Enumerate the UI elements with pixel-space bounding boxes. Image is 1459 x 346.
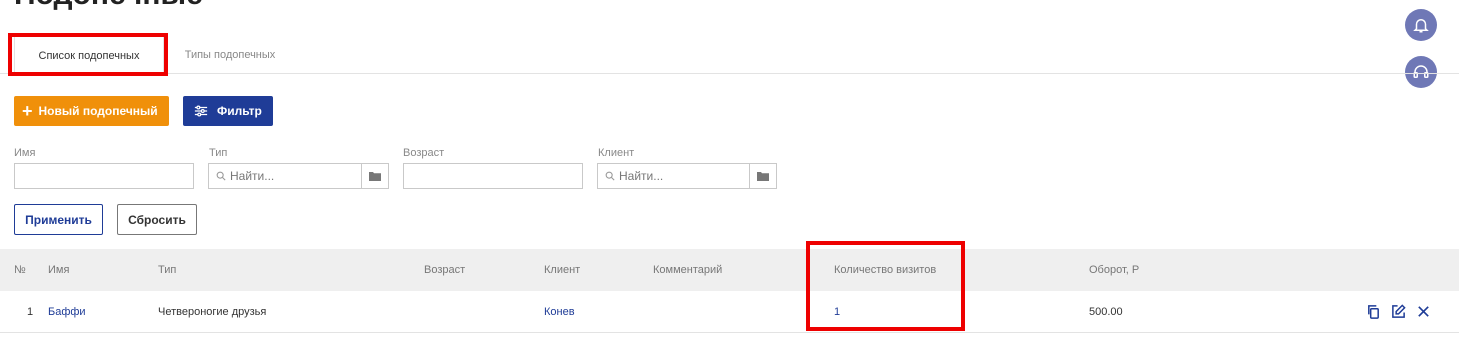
header-turnover[interactable]: Оборот, Р (1089, 249, 1139, 291)
bell-icon (1413, 19, 1429, 33)
filter-client-folder-button[interactable] (749, 164, 776, 188)
cell-num: 1 (27, 306, 34, 318)
row-actions (1366, 304, 1431, 319)
table-header: № Имя Тип Возраст Клиент Комментарий Кол… (0, 249, 1459, 291)
table-row: 1 Баффи Четвероногие друзья Конев 1 500.… (0, 291, 1459, 333)
tab-ward-types[interactable]: Типы подопечных (170, 36, 290, 74)
cell-visits-link[interactable]: 1 (834, 291, 840, 333)
tab-wards-list[interactable]: Список подопечных (14, 36, 164, 75)
filter-name-label: Имя (14, 147, 36, 159)
cell-client-link[interactable]: Конев (544, 291, 575, 333)
folder-icon (369, 172, 381, 181)
edit-button[interactable] (1391, 304, 1406, 319)
header-client[interactable]: Клиент (544, 249, 580, 291)
filter-label: Фильтр (217, 104, 262, 118)
apply-button[interactable]: Применить (14, 204, 103, 235)
header-comment[interactable]: Комментарий (653, 249, 722, 291)
cell-turnover: 500.00 (1089, 306, 1123, 318)
new-ward-label: Новый подопечный (38, 104, 158, 118)
cell-type: Четвероногие друзья (158, 306, 267, 318)
header-visits[interactable]: Количество визитов (834, 249, 936, 291)
search-icon (216, 171, 226, 181)
cell-name-link[interactable]: Баффи (48, 291, 86, 333)
filter-type-label: Тип (209, 147, 228, 159)
search-icon (605, 171, 615, 181)
sliders-icon (194, 105, 208, 117)
plus-icon: + (22, 101, 33, 121)
header-name[interactable]: Имя (48, 249, 69, 291)
reset-button[interactable]: Сбросить (117, 204, 197, 235)
close-icon (1418, 306, 1429, 317)
header-age[interactable]: Возраст (424, 249, 465, 291)
filter-button[interactable]: Фильтр (183, 96, 273, 126)
filter-type-placeholder: Найти... (230, 169, 275, 183)
header-type[interactable]: Тип (158, 249, 176, 291)
edit-icon (1392, 304, 1406, 318)
filter-type-folder-button[interactable] (361, 164, 388, 188)
header-num: № (14, 264, 26, 276)
filter-age-label: Возраст (403, 147, 445, 159)
filter-age-input[interactable] (403, 163, 583, 189)
filter-client-placeholder: Найти... (619, 169, 664, 183)
new-ward-button[interactable]: + Новый подопечный (14, 96, 169, 126)
page-title: Подопечные (14, 0, 203, 12)
copy-button[interactable] (1366, 304, 1381, 319)
filter-client-search[interactable]: Найти... (597, 163, 777, 189)
delete-button[interactable] (1416, 304, 1431, 319)
folder-icon (757, 172, 769, 181)
copy-icon (1368, 305, 1379, 319)
filter-client-label: Клиент (598, 147, 635, 159)
tab-bar: Список подопечных Типы подопечных (0, 36, 1459, 75)
filter-type-search[interactable]: Найти... (208, 163, 389, 189)
filter-name-input[interactable] (14, 163, 194, 189)
